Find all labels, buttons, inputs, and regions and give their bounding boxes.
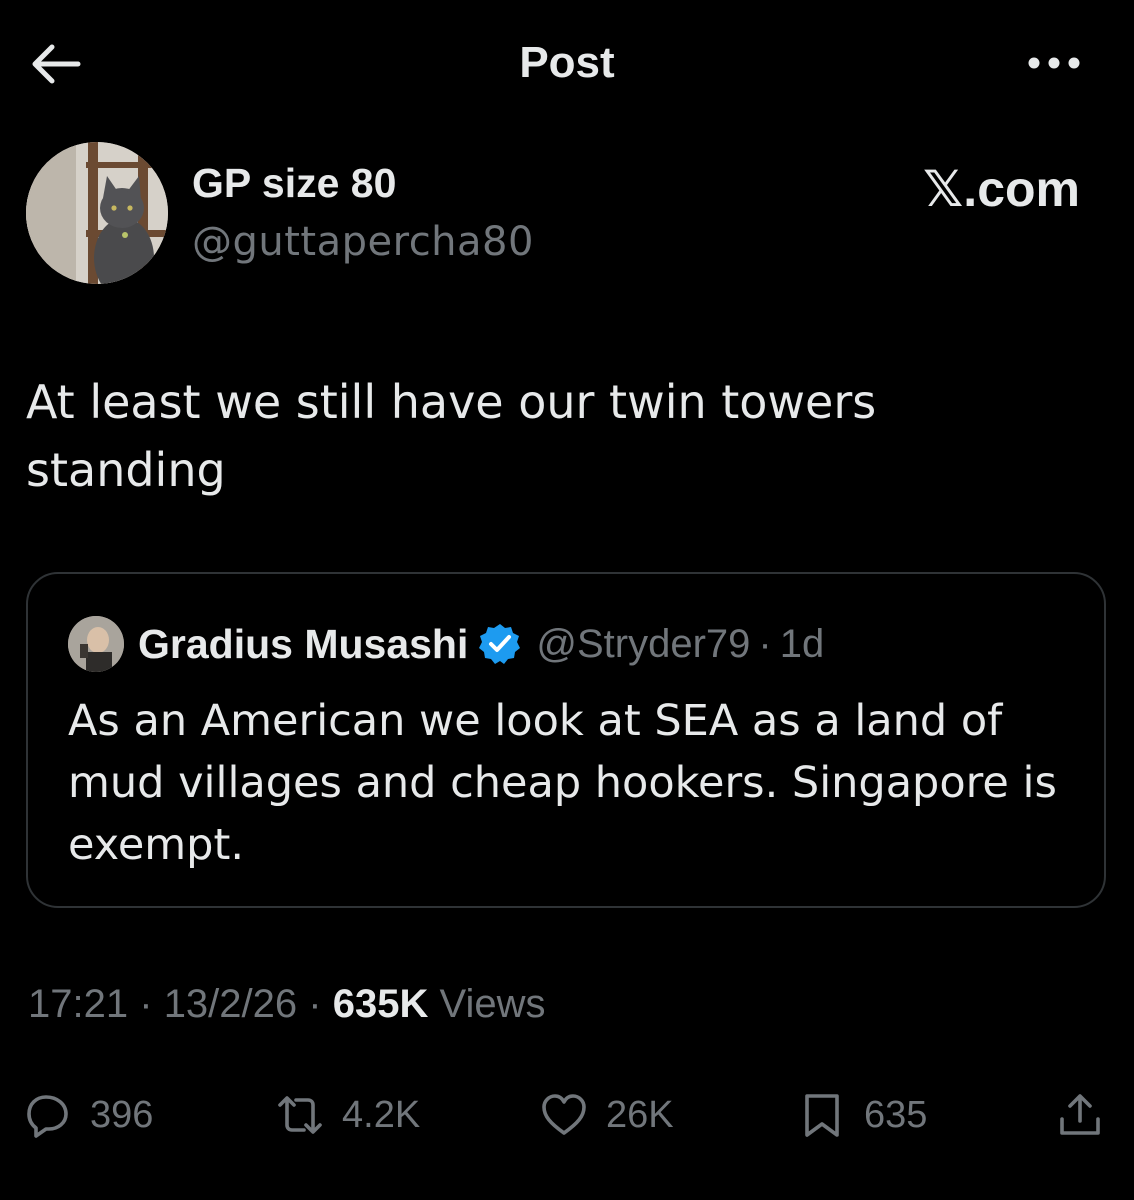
quote-author-name[interactable]: Gradius Musashi xyxy=(138,621,468,668)
more-horizontal-icon[interactable] xyxy=(1024,48,1084,78)
action-bar: 396 4.2K 26K 635 xyxy=(0,1080,1134,1150)
views-count: 635K xyxy=(332,982,429,1026)
heart-icon xyxy=(542,1094,586,1135)
author-handle[interactable]: @guttapercha80 xyxy=(192,219,534,265)
top-bar: Post xyxy=(0,0,1134,125)
reply-icon xyxy=(27,1095,68,1138)
post-text: At least we still have our twin towers s… xyxy=(26,375,877,497)
repost-count: 4.2K xyxy=(342,1093,421,1136)
share-icon xyxy=(1060,1094,1100,1135)
post-date: 13/2/26 xyxy=(163,982,298,1026)
bookmark-icon xyxy=(805,1094,839,1137)
author-name[interactable]: GP size 80 xyxy=(192,160,396,207)
quote-text: As an American we look at SEA as a land … xyxy=(68,696,1057,870)
post-time: 17:21 xyxy=(28,982,129,1026)
quote-header: Gradius Musashi @Stryder79 · 1d xyxy=(138,616,824,672)
source-label: 𝕏.com xyxy=(923,161,1080,217)
views-label: Views xyxy=(439,982,546,1026)
quote-timestamp: 1d xyxy=(779,621,825,666)
reply-count: 396 xyxy=(90,1093,154,1136)
repost-button[interactable]: 4.2K xyxy=(276,1080,420,1150)
bookmark-button[interactable]: 635 xyxy=(798,1080,927,1150)
author-avatar[interactable] xyxy=(26,142,168,284)
quote-avatar[interactable] xyxy=(68,616,124,672)
post-metadata: 17:21 · 13/2/26 · 635K Views xyxy=(28,982,545,1027)
cat-photo xyxy=(26,142,168,284)
like-button[interactable]: 26K xyxy=(540,1080,674,1150)
share-button[interactable] xyxy=(1056,1080,1104,1150)
page-title: Post xyxy=(519,38,615,87)
person-photo xyxy=(68,616,124,672)
repost-icon xyxy=(278,1096,322,1134)
separator-dot: · xyxy=(758,621,772,666)
like-count: 26K xyxy=(606,1093,674,1136)
separator-dot: · xyxy=(308,982,322,1026)
quote-author-handle[interactable]: @Stryder79 xyxy=(536,622,750,667)
quoted-post[interactable]: Gradius Musashi @Stryder79 · 1d As an Am… xyxy=(26,572,1106,908)
verified-badge-icon xyxy=(479,624,521,664)
bookmark-count: 635 xyxy=(864,1093,928,1136)
reply-button[interactable]: 396 xyxy=(24,1080,153,1150)
separator-dot: · xyxy=(139,982,153,1026)
